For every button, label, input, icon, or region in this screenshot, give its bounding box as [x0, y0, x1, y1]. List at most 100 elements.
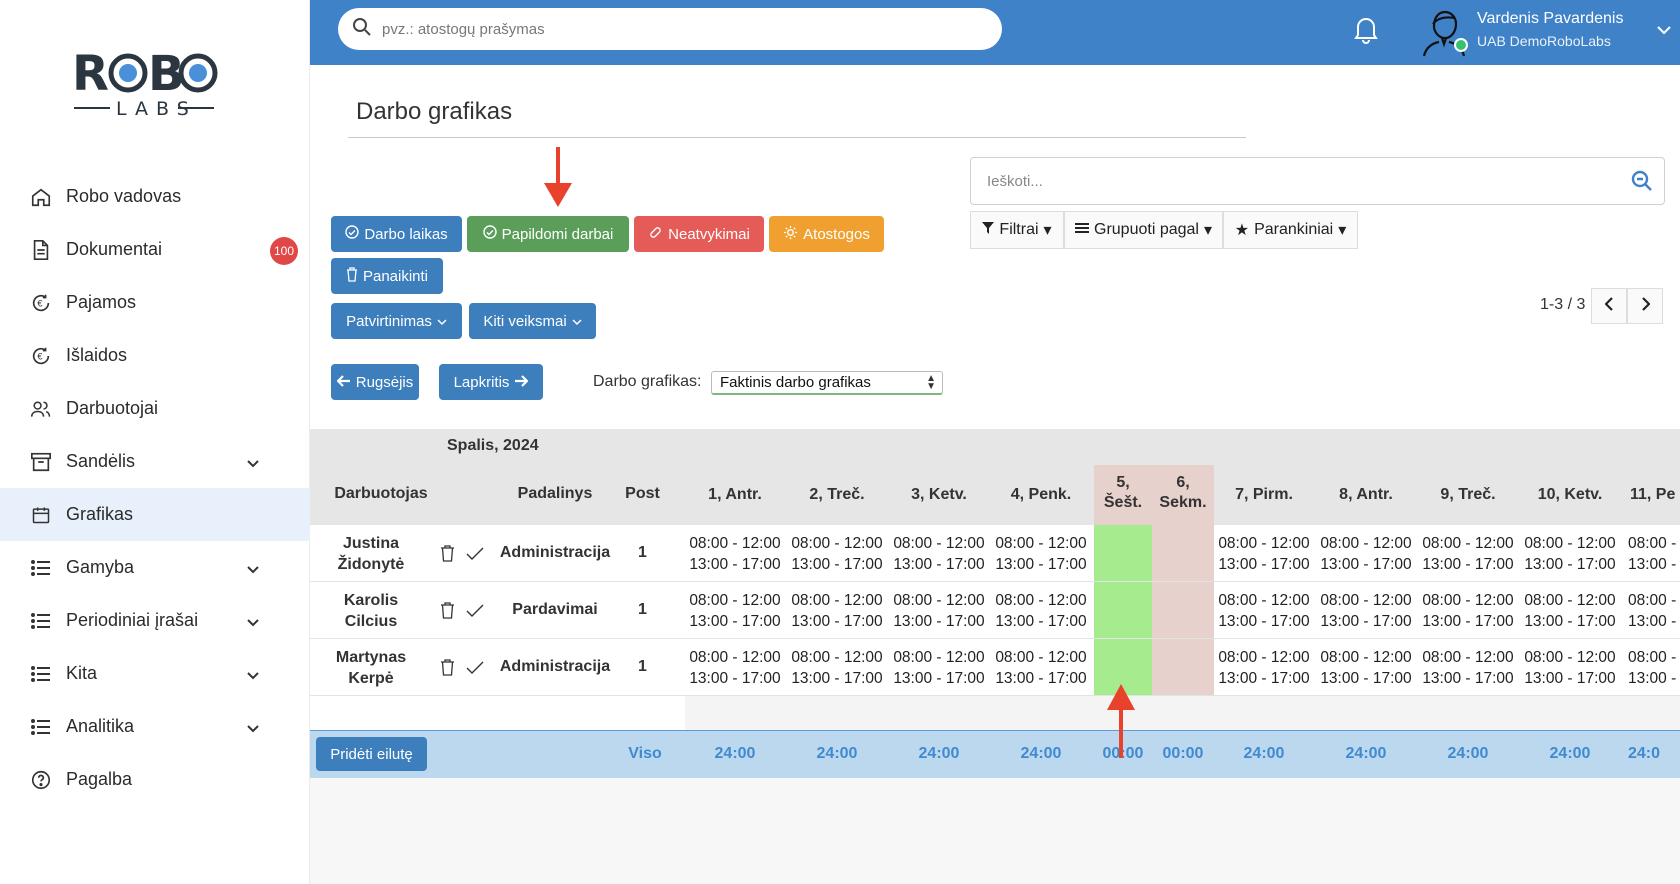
shift-time: 13:00 - 17:00	[995, 613, 1087, 630]
vacations-button[interactable]: Atostogos	[769, 216, 884, 252]
employee-name-part: Martynas	[335, 649, 407, 666]
global-search-input[interactable]	[382, 20, 942, 38]
shift-cell[interactable]: 08:00 - 12:00 13:00 - 17:00	[789, 533, 885, 575]
post-cell: 1	[638, 658, 647, 675]
delete-button[interactable]: Panaikinti	[331, 258, 443, 294]
sidebar-item-gamyba[interactable]: Gamyba	[0, 541, 310, 594]
shift-cell[interactable]: 08:00 - 12:00 13:00 - 17:00	[1318, 533, 1414, 575]
column-header-day-text: Sekm.	[1159, 494, 1207, 511]
employee-name[interactable]: Justina Židonytė	[320, 533, 422, 575]
shift-cell[interactable]: 08:00 - 12:00 13:00 - 17:00	[1216, 533, 1312, 575]
sidebar-item-islaidos[interactable]: € Išlaidos	[0, 329, 310, 382]
work-time-button[interactable]: Darbo laikas	[331, 216, 462, 252]
sidebar-item-kita[interactable]: Kita	[0, 647, 310, 700]
extra-work-button[interactable]: Papildomi darbai	[467, 216, 629, 252]
shift-cell[interactable]: 08:00 - 12:00 13:00 - 17:00	[1216, 647, 1312, 689]
shift-cell[interactable]: 08:00 - 12:00 13:00 - 17:00	[1318, 647, 1414, 689]
department-cell: Administracija	[499, 544, 611, 561]
shift-time: 08:00 - 12:00	[1320, 535, 1412, 552]
filters-dropdown[interactable]: Filtrai ▾	[970, 211, 1064, 249]
sidebar-item-periodiniai-irasai[interactable]: Periodiniai įrašai	[0, 594, 310, 647]
sidebar-item-darbuotojai[interactable]: Darbuotojai	[0, 382, 310, 435]
robolabs-logo[interactable]: R B LABS	[72, 40, 232, 120]
employee-name[interactable]: Martynas Kerpė	[320, 647, 422, 689]
trash-icon[interactable]	[440, 659, 455, 680]
sidebar-item-robo-vadovas[interactable]: Robo vadovas	[0, 170, 310, 223]
chevron-down-icon[interactable]	[246, 718, 260, 739]
next-month-button[interactable]: Lapkritis	[439, 364, 543, 400]
sidebar-item-pagalba[interactable]: Pagalba	[0, 753, 310, 806]
chevron-down-icon[interactable]	[246, 612, 260, 633]
shift-cell[interactable]: 08:00 - 12:00 13:00 - 17:00	[1216, 590, 1312, 632]
chevron-down-icon[interactable]	[246, 559, 260, 580]
chevron-down-icon[interactable]	[246, 665, 260, 686]
sidebar: R B LABS Robo vadovas Dokumentai 100 € P…	[0, 0, 310, 884]
chevron-down-icon[interactable]	[1656, 22, 1672, 39]
pager-count: 1-3 / 3	[1540, 296, 1586, 313]
sidebar-item-grafikas[interactable]: Grafikas	[0, 488, 310, 541]
bell-icon[interactable]	[1352, 14, 1380, 48]
extra-work-cell[interactable]	[1094, 525, 1152, 695]
shift-cell[interactable]: 08:00 - 12:00 13:00 - 17:00	[1522, 533, 1618, 575]
shift-cell[interactable]: 08:00 - 13:00 -	[1624, 647, 1680, 689]
checkmark-icon[interactable]	[466, 604, 484, 622]
shift-cell[interactable]: 08:00 - 12:00 13:00 - 17:00	[789, 590, 885, 632]
caret-down-icon: ▾	[1043, 222, 1052, 239]
shift-cell[interactable]: 08:00 - 12:00 13:00 - 17:00	[1522, 647, 1618, 689]
shift-cell[interactable]: 08:00 - 12:00 13:00 - 17:00	[1420, 590, 1516, 632]
column-header-day: 8, Antr.	[1318, 485, 1414, 505]
column-header-post[interactable]: Post	[620, 485, 665, 503]
favorites-dropdown[interactable]: ★ Parankiniai ▾	[1223, 211, 1358, 249]
sidebar-item-dokumentai[interactable]: Dokumentai 100	[0, 223, 310, 276]
shift-cell[interactable]: 08:00 - 12:00 13:00 - 17:00	[891, 533, 987, 575]
bandage-icon	[648, 225, 663, 244]
employee-name-part: Karolis	[343, 592, 399, 609]
chevron-down-icon[interactable]	[246, 453, 260, 474]
global-search[interactable]	[338, 8, 1002, 50]
column-header-employee[interactable]: Darbuotojas	[320, 485, 442, 503]
search-icon[interactable]	[1630, 169, 1654, 197]
shift-time: 08:00 - 12:00	[689, 649, 781, 666]
shift-cell[interactable]: 08:00 - 12:00 13:00 - 17:00	[687, 647, 783, 689]
add-row-button[interactable]: Pridėti eilutę	[316, 737, 427, 771]
absences-button[interactable]: Neatvykimai	[634, 216, 764, 252]
shift-time: 13:00 - 17:00	[689, 613, 781, 630]
user-name[interactable]: Vardenis Pavardenis	[1477, 10, 1623, 28]
sidebar-item-pajamos[interactable]: € Pajamos	[0, 276, 310, 329]
shift-cell[interactable]: 08:00 - 12:00 13:00 - 17:00	[993, 533, 1089, 575]
shift-cell[interactable]: 08:00 - 12:00 13:00 - 17:00	[1522, 590, 1618, 632]
shift-cell[interactable]: 08:00 - 12:00 13:00 - 17:00	[1318, 590, 1414, 632]
schedule-select-value: Faktinis darbo grafikas	[720, 374, 871, 391]
checkmark-icon[interactable]	[466, 547, 484, 565]
other-actions-dropdown[interactable]: Kiti veiksmai	[469, 303, 596, 339]
shift-cell[interactable]: 08:00 - 12:00 13:00 - 17:00	[891, 647, 987, 689]
confirmation-dropdown[interactable]: Patvirtinimas	[331, 303, 462, 339]
shift-cell[interactable]: 08:00 - 12:00 13:00 - 17:00	[993, 647, 1089, 689]
shift-cell[interactable]: 08:00 - 12:00 13:00 - 17:00	[993, 590, 1089, 632]
sidebar-item-sandelis[interactable]: Sandėlis	[0, 435, 310, 488]
checkmark-icon[interactable]	[466, 661, 484, 679]
shift-cell[interactable]: 08:00 - 12:00 13:00 - 17:00	[687, 590, 783, 632]
employee-name[interactable]: Karolis Cilcius	[320, 590, 422, 632]
trash-icon[interactable]	[440, 545, 455, 566]
records-search[interactable]	[970, 157, 1665, 205]
shift-cell[interactable]: 08:00 - 12:00 13:00 - 17:00	[1420, 647, 1516, 689]
shift-cell[interactable]: 08:00 - 12:00 13:00 - 17:00	[1420, 533, 1516, 575]
shift-cell[interactable]: 08:00 - 13:00 -	[1624, 533, 1680, 575]
shift-cell[interactable]: 08:00 - 13:00 -	[1624, 590, 1680, 632]
group-by-dropdown[interactable]: Grupuoti pagal ▾	[1064, 211, 1223, 249]
records-search-input[interactable]	[987, 172, 1607, 190]
pager-next-button[interactable]	[1627, 288, 1663, 324]
sidebar-item-analitika[interactable]: Analitika	[0, 700, 310, 753]
shift-cell[interactable]: 08:00 - 12:00 13:00 - 17:00	[891, 590, 987, 632]
trash-icon[interactable]	[440, 602, 455, 623]
shift-time: 08:00 - 12:00	[791, 649, 883, 666]
pager-prev-button[interactable]	[1591, 288, 1627, 324]
shift-cell[interactable]: 08:00 - 12:00 13:00 - 17:00	[687, 533, 783, 575]
column-header-department[interactable]: Padalinys	[505, 485, 605, 503]
prev-month-button[interactable]: Rugsėjis	[331, 364, 419, 400]
shift-time: 08:00 - 12:00	[1524, 592, 1616, 609]
schedule-select[interactable]: Faktinis darbo grafikas ▲ ▼	[711, 371, 943, 395]
shift-cell[interactable]: 08:00 - 12:00 13:00 - 17:00	[789, 647, 885, 689]
total-cell: 24:00	[1345, 745, 1387, 762]
